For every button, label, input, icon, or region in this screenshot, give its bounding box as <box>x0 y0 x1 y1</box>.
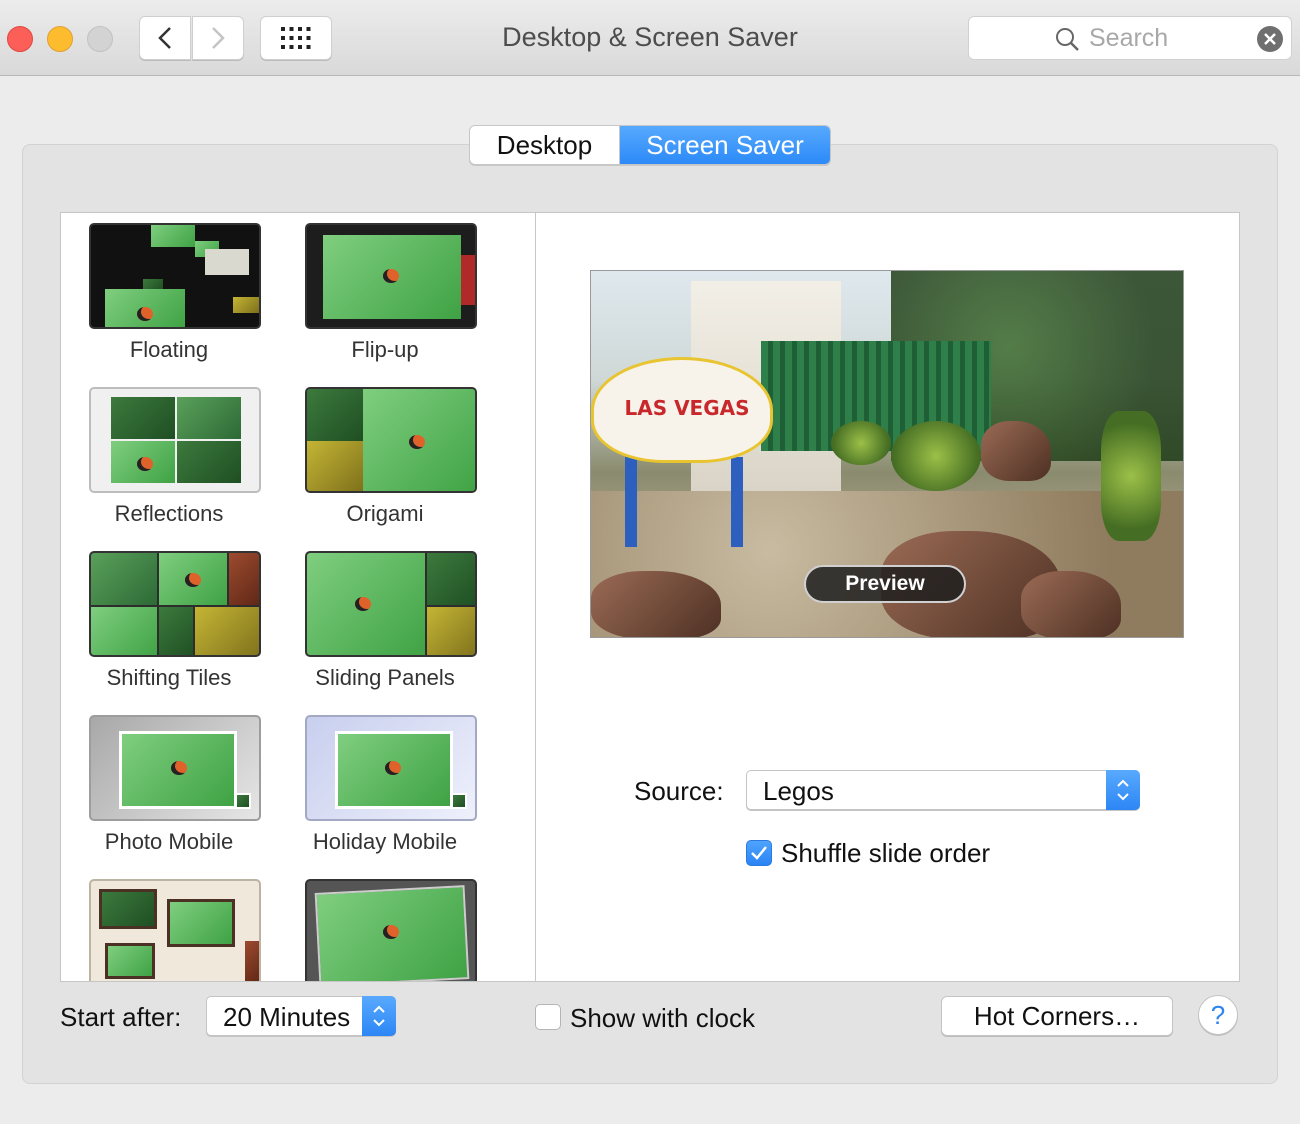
start-after-popup[interactable]: 20 Minutes <box>206 996 396 1036</box>
tab-screen-saver[interactable]: Screen Saver <box>620 126 830 164</box>
saver-label: Origami <box>346 501 424 526</box>
search-icon <box>1056 28 1079 51</box>
forward-button[interactable] <box>192 16 244 60</box>
up-down-chevron-icon <box>1117 779 1129 801</box>
saver-holiday-mobile[interactable]: Holiday Mobile <box>61 705 477 869</box>
saver-label: Holiday Mobile <box>312 829 458 854</box>
show-clock-checkbox[interactable] <box>535 1004 561 1030</box>
saver-thumbnail <box>305 551 477 657</box>
checkmark-icon <box>751 846 767 860</box>
source-label: Source: <box>634 776 724 806</box>
preview-button[interactable]: Preview <box>804 565 966 603</box>
saver-label: Sliding Panels <box>315 665 455 690</box>
popup-arrows <box>1106 770 1140 810</box>
title-bar: Desktop & Screen Saver <box>0 0 1300 76</box>
window-title: Desktop & Screen Saver <box>502 22 798 52</box>
up-down-chevron-icon <box>373 1005 385 1027</box>
saver-sliding-panels[interactable]: Sliding Panels <box>61 541 477 705</box>
show-clock-label[interactable]: Show with clock <box>570 1003 755 1034</box>
saver-thumbnail <box>305 715 477 821</box>
tab-desktop[interactable]: Desktop <box>470 126 620 164</box>
close-icon <box>1264 33 1276 45</box>
chevron-left-icon <box>158 27 171 49</box>
saver-ken-burns[interactable] <box>61 869 477 981</box>
vegas-sign: LAS VEGAS <box>591 357 773 463</box>
back-button[interactable] <box>139 16 191 60</box>
clear-search-button[interactable] <box>1257 26 1283 52</box>
saver-flip-up[interactable]: Flip-up <box>61 213 477 377</box>
saver-origami[interactable]: Origami <box>61 377 477 541</box>
start-after-label: Start after: <box>60 1002 182 1032</box>
zoom-window-button[interactable] <box>87 26 113 52</box>
tab-bar: Desktop Screen Saver <box>469 125 831 165</box>
show-all-button[interactable] <box>260 16 332 60</box>
search-field[interactable] <box>968 16 1292 60</box>
screen-saver-list[interactable]: Floating Flip-up Reflections Origami Shi… <box>60 212 536 982</box>
popup-arrows <box>362 996 396 1036</box>
source-popup[interactable]: Legos <box>746 770 1140 810</box>
shuffle-label[interactable]: Shuffle slide order <box>781 838 990 869</box>
saver-thumbnail <box>305 223 477 329</box>
start-after-value: 20 Minutes <box>223 1002 351 1032</box>
grid-icon <box>281 27 311 49</box>
source-value: Legos <box>763 776 834 806</box>
minimize-window-button[interactable] <box>47 26 73 52</box>
saver-thumbnail <box>305 387 477 493</box>
saver-label: Flip-up <box>351 337 419 362</box>
hot-corners-button[interactable]: Hot Corners… <box>941 996 1173 1036</box>
chevron-right-icon <box>212 27 225 49</box>
close-window-button[interactable] <box>7 26 33 52</box>
help-button[interactable]: ? <box>1198 995 1238 1035</box>
shuffle-checkbox[interactable] <box>746 840 772 866</box>
search-input[interactable] <box>1089 23 1229 53</box>
saver-thumbnail <box>305 879 477 981</box>
